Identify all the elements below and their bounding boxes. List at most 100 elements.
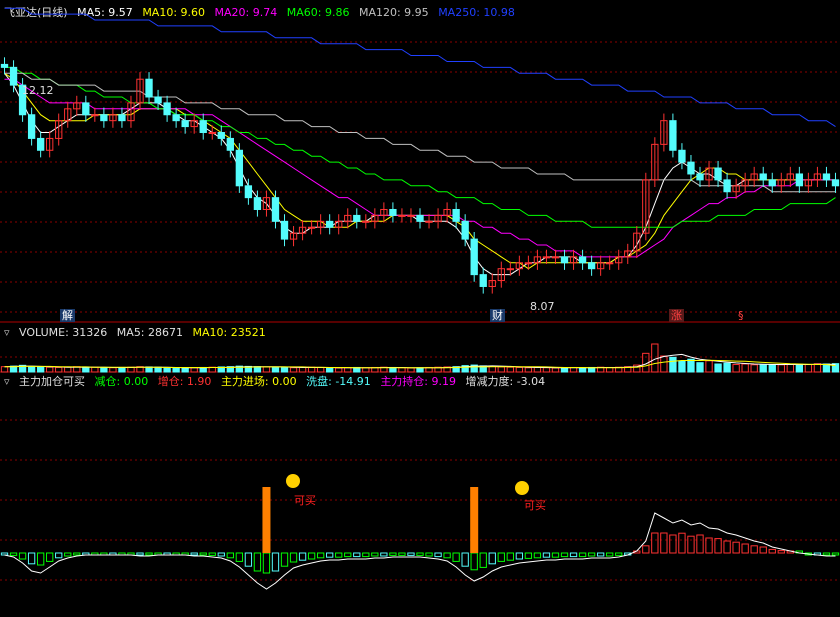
volume-panel[interactable] bbox=[0, 343, 840, 373]
candle-body bbox=[768, 179, 776, 187]
strength-bar bbox=[669, 534, 677, 554]
strength-bar bbox=[831, 552, 840, 556]
event-marker-jie[interactable]: 解 bbox=[60, 309, 75, 322]
candle-body bbox=[217, 132, 225, 139]
strength-bar bbox=[253, 552, 262, 572]
chart-canvas[interactable] bbox=[0, 0, 840, 617]
candle-body bbox=[145, 78, 153, 98]
volume-bar bbox=[786, 363, 794, 373]
strength-bar bbox=[651, 532, 659, 554]
volume-bar bbox=[669, 356, 677, 373]
candle-body bbox=[831, 179, 840, 187]
strength-bar bbox=[298, 552, 307, 561]
volume-bar bbox=[36, 366, 45, 373]
strength-bar bbox=[551, 552, 560, 558]
strength-bar bbox=[27, 552, 36, 565]
candle-body bbox=[524, 262, 533, 265]
candle-body bbox=[714, 167, 722, 181]
strength-bar bbox=[642, 545, 650, 554]
indicator-panel[interactable] bbox=[0, 487, 840, 590]
volume-ma10-line bbox=[4, 359, 836, 369]
candle-body bbox=[163, 102, 171, 116]
strength-bar bbox=[714, 538, 722, 554]
strength-bar bbox=[217, 552, 225, 557]
volume-bar bbox=[280, 366, 289, 373]
event-marker-s[interactable]: § bbox=[736, 309, 746, 322]
strength-bar bbox=[55, 552, 63, 559]
candle-body bbox=[253, 197, 262, 210]
candle-body bbox=[362, 220, 370, 223]
event-marker-zhang[interactable]: 涨 bbox=[669, 309, 684, 322]
candle-body bbox=[425, 220, 433, 223]
candle-body bbox=[551, 256, 560, 259]
buy-signal-label-2: 可买 bbox=[524, 499, 546, 512]
price-panel[interactable] bbox=[0, 7, 840, 294]
volume-bar bbox=[515, 366, 524, 373]
candle-body bbox=[822, 173, 831, 181]
candle-body bbox=[244, 185, 253, 199]
strength-bar bbox=[362, 552, 370, 558]
strength-bar bbox=[271, 552, 280, 572]
strength-bar bbox=[380, 552, 388, 557]
strength-bar bbox=[344, 552, 352, 558]
volume-bar bbox=[741, 363, 749, 373]
strength-bar bbox=[461, 552, 469, 567]
strength-bar bbox=[371, 552, 379, 557]
price-ma5-line bbox=[4, 72, 836, 276]
strength-bar bbox=[732, 541, 740, 554]
candle-body bbox=[389, 208, 397, 216]
volume-bar bbox=[416, 367, 424, 373]
volume-bar bbox=[542, 367, 551, 373]
candle-body bbox=[470, 238, 478, 276]
candle-body bbox=[326, 220, 334, 228]
strength-bar bbox=[515, 552, 524, 560]
candle-body bbox=[9, 66, 18, 86]
strength-bar bbox=[452, 552, 460, 562]
strength-bar bbox=[678, 532, 686, 554]
strength-bar bbox=[569, 552, 578, 558]
candle-body bbox=[172, 114, 180, 122]
strength-bar bbox=[389, 552, 397, 556]
volume-bar bbox=[560, 367, 569, 373]
strength-bar bbox=[687, 535, 695, 554]
volume-bar bbox=[163, 366, 171, 373]
strength-bar bbox=[18, 552, 27, 560]
volume-bar bbox=[190, 367, 198, 373]
candle-body bbox=[723, 179, 731, 193]
strength-bar bbox=[0, 552, 9, 556]
volume-bar bbox=[660, 355, 668, 373]
candle-body bbox=[118, 114, 126, 122]
strength-bar bbox=[606, 552, 614, 557]
event-marker-cai[interactable]: 财 bbox=[490, 309, 505, 322]
candle-body bbox=[578, 256, 587, 264]
candle-body bbox=[82, 102, 90, 116]
volume-bar bbox=[524, 367, 533, 373]
volume-bar bbox=[362, 367, 370, 373]
strength-bar bbox=[596, 552, 605, 557]
strength-bar bbox=[560, 552, 569, 558]
strength-bar bbox=[64, 552, 72, 557]
volume-bar bbox=[723, 362, 731, 373]
candle-body bbox=[461, 220, 469, 240]
volume-bar bbox=[289, 367, 298, 373]
volume-bar bbox=[795, 363, 804, 373]
volume-bar bbox=[100, 366, 108, 373]
volume-bar bbox=[91, 366, 99, 373]
candle-body bbox=[678, 149, 686, 163]
candle-body bbox=[506, 268, 514, 271]
strength-bar bbox=[524, 552, 533, 559]
strength-bar bbox=[768, 548, 776, 554]
volume-bar bbox=[687, 358, 695, 373]
low-price-label: 8.07 bbox=[530, 300, 555, 313]
strength-bar bbox=[407, 552, 415, 556]
volume-bar bbox=[407, 367, 415, 373]
candle-body bbox=[407, 214, 415, 217]
strength-bar bbox=[326, 552, 334, 558]
strength-bar bbox=[470, 552, 478, 571]
grid-layer bbox=[0, 41, 840, 581]
volume-bar bbox=[705, 360, 713, 373]
strength-bar bbox=[280, 552, 289, 567]
strength-bar bbox=[398, 552, 406, 556]
volume-bar bbox=[732, 364, 740, 373]
candle-body bbox=[36, 137, 45, 151]
